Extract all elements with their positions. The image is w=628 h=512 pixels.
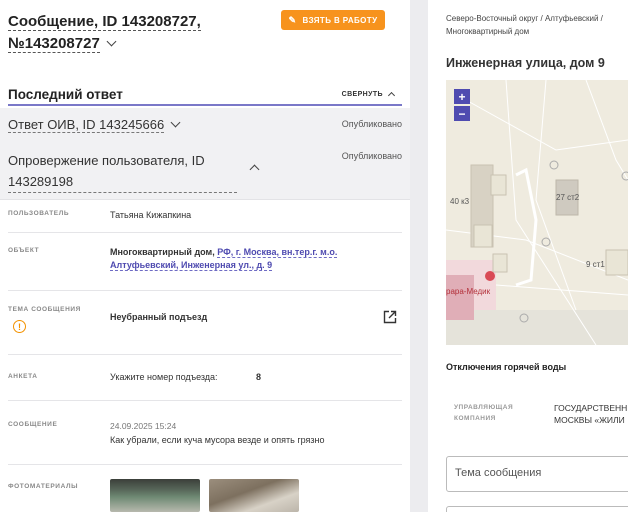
message-date: 24.09.2025 15:24: [110, 421, 177, 431]
zoom-out-button[interactable]: −: [454, 106, 470, 121]
breadcrumb-line2[interactable]: Многоквартирный дом: [446, 27, 529, 36]
form-label: АНКЕТА: [8, 373, 38, 380]
divider: [8, 354, 402, 355]
warning-icon: !: [13, 320, 26, 333]
chevron-up-icon: [387, 91, 396, 99]
map-canvas[interactable]: [446, 80, 628, 345]
object-address-link-line2[interactable]: Алтуфьевский, Инженерная ул., д. 9: [110, 260, 273, 271]
map-label: 40 к3: [450, 197, 470, 206]
collapse-label: СВЕРНУТЬ: [341, 90, 383, 98]
object-value: Многоквартирный дом, РФ, г. Москва, вн.т…: [110, 246, 350, 272]
user-label: ПОЛЬЗОВАТЕЛЬ: [8, 210, 70, 217]
map-label: 27 ст2: [556, 193, 580, 202]
management-company-value: ГОСУДАРСТВЕНН МОСКВЫ «ЖИЛИ: [554, 402, 627, 426]
next-input[interactable]: [446, 506, 628, 512]
ticket-title[interactable]: Сообщение, ID 143208727, №143208727: [8, 11, 268, 55]
object-address-title: Инженерная улица, дом 9: [446, 56, 605, 70]
topic-value: Неубранный подъезд: [110, 312, 208, 322]
photo-thumbnail[interactable]: [209, 479, 299, 512]
answer-oiv-title[interactable]: Ответ ОИВ, ID 143245666: [8, 117, 165, 133]
hot-water-outage-title: Отключения горячей воды: [446, 362, 567, 372]
panel-divider: [410, 0, 428, 512]
ticket-title-line1[interactable]: Сообщение, ID 143208727,: [8, 13, 201, 31]
object-type: Многоквартирный дом,: [110, 247, 215, 257]
breadcrumb: Северо-Восточный округ / Алтуфьевский / …: [446, 12, 621, 38]
topic-input[interactable]: Тема сообщения: [446, 456, 628, 492]
form-question: Укажите номер подъезда:: [110, 372, 218, 382]
answer-refutation-title-line1[interactable]: Опровержение пользователя, ID: [8, 153, 205, 168]
pencil-icon: ✎: [288, 14, 297, 25]
object-label: ОБЪЕКТ: [8, 247, 40, 254]
map-label: 9 ст1: [586, 260, 605, 269]
topic-label: ТЕМА СООБЩЕНИЯ: [8, 306, 81, 313]
external-link-icon[interactable]: [383, 310, 397, 324]
management-company-label-line2: КОМПАНИЯ: [454, 415, 496, 422]
divider: [8, 290, 402, 291]
collapse-button[interactable]: СВЕРНУТЬ: [341, 90, 396, 99]
divider: [8, 400, 402, 401]
management-company-value-line2: МОСКВЫ «ЖИЛИ: [554, 415, 625, 425]
user-value: Татьяна Кижапкина: [110, 210, 192, 220]
answer-item-refutation[interactable]: Опровержение пользователя, ID 143289198: [8, 150, 238, 193]
chevron-down-icon[interactable]: [170, 117, 181, 128]
message-label: СООБЩЕНИЕ: [8, 421, 58, 428]
form-answer: 8: [256, 372, 262, 382]
divider: [8, 232, 402, 233]
last-answer-header: Последний ответ СВЕРНУТЬ: [8, 84, 402, 106]
divider: [8, 464, 402, 465]
photos-label: ФОТОМАТЕРИАЛЫ: [8, 483, 79, 490]
photo-thumbnail[interactable]: [110, 479, 200, 512]
ticket-panel: Сообщение, ID 143208727, №143208727 ✎ ВЗ…: [0, 0, 410, 512]
management-company-label: УПРАВЛЯЮЩАЯ КОМПАНИЯ: [454, 402, 513, 424]
object-panel: Северо-Восточный округ / Алтуфьевский / …: [428, 0, 628, 512]
management-company-value-line1: ГОСУДАРСТВЕНН: [554, 403, 628, 413]
take-to-work-label: ВЗЯТЬ В РАБОТУ: [302, 15, 378, 25]
answer-item-oiv[interactable]: Ответ ОИВ, ID 143245666: [8, 117, 181, 133]
object-address-link-line1[interactable]: РФ, г. Москва, вн.тер.г. м.о.: [217, 247, 338, 258]
map-label: рара-Медик: [446, 287, 491, 296]
answer-oiv-status: Опубликовано: [341, 119, 402, 129]
message-text: Как убрали, если куча мусора везде и опя…: [110, 435, 325, 445]
answer-refutation-title-line2[interactable]: 143289198: [8, 171, 237, 193]
management-company-label-line1: УПРАВЛЯЮЩАЯ: [454, 404, 514, 411]
chevron-down-icon[interactable]: [106, 36, 117, 47]
map[interactable]: + − 40 к3 27 ст2 9 ст1 рара-Медик: [446, 80, 628, 345]
zoom-in-button[interactable]: +: [454, 89, 470, 104]
breadcrumb-line1[interactable]: Северо-Восточный округ / Алтуфьевский /: [446, 14, 603, 23]
answer-refutation-status: Опубликовано: [341, 151, 402, 161]
ticket-title-line2[interactable]: №143208727: [8, 35, 100, 53]
last-answer-heading: Последний ответ: [8, 86, 123, 102]
take-to-work-button[interactable]: ✎ ВЗЯТЬ В РАБОТУ: [281, 10, 385, 30]
